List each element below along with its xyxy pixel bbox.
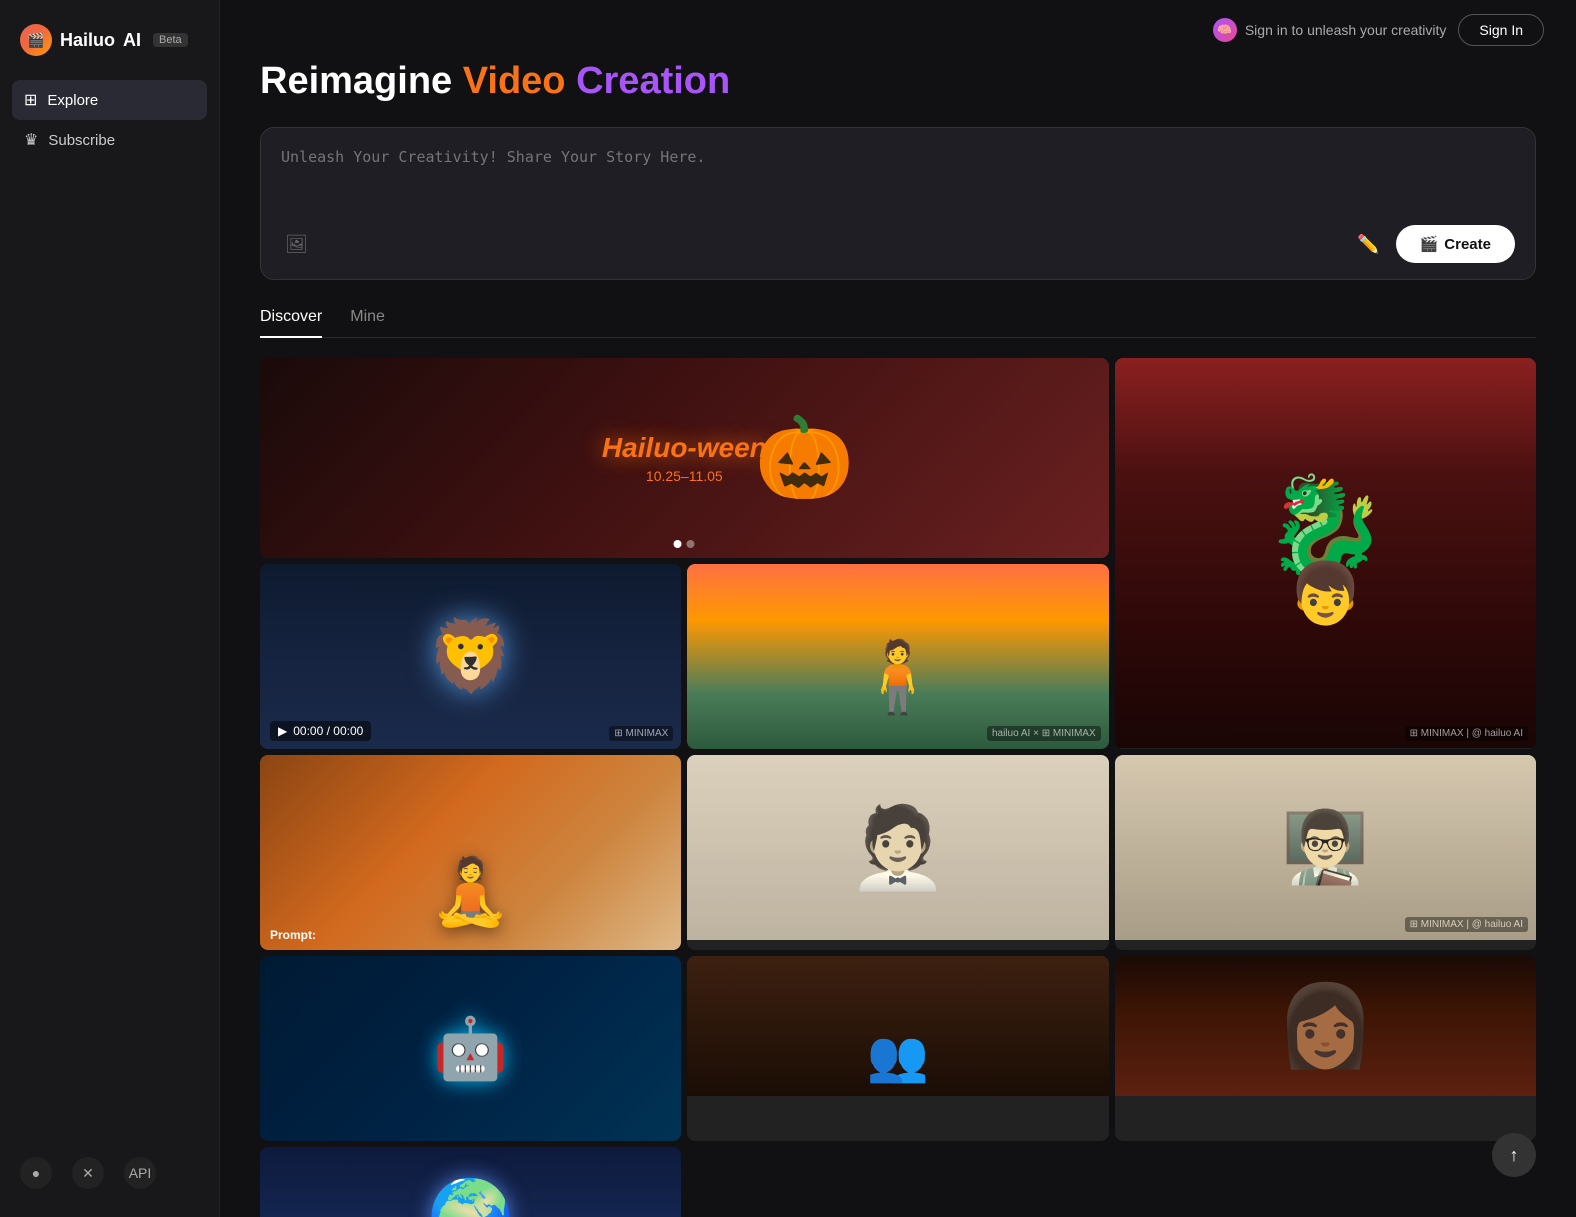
prompt-toolbar: 🖼 ✏️ 🎬 Create (281, 225, 1515, 263)
gallery-item-einstein[interactable]: 👨‍🏫 ⊞ MINIMAX | @ hailuo AI (1115, 755, 1536, 950)
gallery-item-fluffy-monster[interactable]: 🦁 ▶ 00:00 / 00:00 ⊞ MINIMAX (260, 564, 681, 749)
gallery-item-sunset[interactable]: 🧍 hailuo AI × ⊞ MINIMAX (687, 564, 1108, 749)
gallery-item-globe[interactable]: 🌍 (260, 1147, 681, 1217)
sidebar-item-explore-label: Explore (47, 92, 98, 109)
gallery-item-dark-scene[interactable]: 👥 (687, 956, 1108, 1141)
arrow-up-icon: ↑ (1510, 1145, 1519, 1166)
gallery-item-banner[interactable]: Hailuo-ween 10.25–11.05 🎃 (260, 358, 1109, 558)
image-upload-button[interactable]: 🖼 (281, 230, 312, 259)
banner-date: 10.25–11.05 (602, 468, 767, 484)
main-content: 🧠 Sign in to unleash your creativity Sig… (220, 0, 1576, 1217)
brain-icon: 🧠 (1213, 18, 1237, 42)
crown-icon: ♛ (24, 130, 38, 150)
twitter-x-icon: ✕ (82, 1165, 94, 1182)
watermark-minimax: ⊞ MINIMAX (609, 726, 673, 741)
banner-title: Hailuo-ween (602, 432, 767, 464)
sidebar-item-subscribe-label: Subscribe (48, 132, 115, 149)
watermark-hailuo: hailuo AI × ⊞ MINIMAX (987, 726, 1101, 741)
hero-title-video: Video (463, 60, 566, 102)
video-controls: ▶ 00:00 / 00:00 (270, 721, 371, 741)
prompt-icon-group: 🖼 (281, 230, 312, 259)
slide-indicators (674, 540, 695, 548)
hero-title-plain: Reimagine (260, 60, 452, 102)
einstein-icon: 👨‍🏫 (1282, 807, 1369, 889)
magic-edit-button[interactable]: ✏️ (1353, 230, 1383, 259)
globe-icon: 🌍 (427, 1176, 514, 1217)
prompt-box: 🖼 ✏️ 🎬 Create (260, 127, 1536, 280)
gallery-tabs: Discover Mine (260, 308, 1536, 338)
pumpkin-icon: 🎃 (754, 411, 854, 505)
woman-portrait-icon: 👩🏾 (1276, 979, 1376, 1073)
gallery-item-tech[interactable]: 🤖 (260, 956, 681, 1141)
tab-discover[interactable]: Discover (260, 308, 322, 338)
meditation-figure: 🧘 (430, 854, 511, 930)
gallery-item-vintage-man[interactable]: 🧑‍💼 (687, 755, 1108, 950)
signin-prompt-text: 🧠 Sign in to unleash your creativity (1213, 18, 1447, 42)
dot-1 (674, 540, 682, 548)
sidebar-item-explore[interactable]: ⊞ Explore (12, 80, 207, 120)
twitter-icon-btn[interactable]: ✕ (72, 1157, 104, 1189)
create-emoji: 🎬 (1420, 235, 1439, 253)
prompt-label: Prompt: (270, 928, 316, 942)
monster-icon: 🦁 (427, 616, 514, 698)
logo-icon: 🎬 (20, 24, 52, 56)
sidebar-bottom: ● ✕ API (0, 1145, 219, 1201)
grid-icon: ⊞ (24, 90, 37, 110)
magic-wand-icon: ✏️ (1357, 234, 1379, 254)
gallery-item-woman-close[interactable]: 👩🏾 (1115, 956, 1536, 1141)
create-label: Create (1444, 236, 1491, 253)
ai-label: AI (123, 30, 141, 51)
image-icon: 🖼 (285, 234, 308, 254)
scene-figure: 👥 (867, 1027, 929, 1086)
create-button[interactable]: 🎬 Create (1396, 225, 1515, 263)
app-logo: 🎬 Hailuo AI Beta (0, 16, 219, 80)
signin-prompt-label: Sign in to unleash your creativity (1245, 22, 1447, 38)
beta-badge: Beta (153, 33, 188, 47)
tech-figure-icon: 🤖 (433, 1013, 508, 1084)
sunset-figure: 🧍 (854, 637, 941, 719)
signin-button[interactable]: Sign In (1458, 14, 1544, 46)
content-area: Reimagine Video Creation 🖼 ✏️ � (220, 60, 1576, 1217)
prompt-input[interactable] (281, 148, 1515, 208)
dot-2 (687, 540, 695, 548)
sidebar-item-subscribe[interactable]: ♛ Subscribe (12, 120, 207, 160)
vintage-man-icon: 🧑‍💼 (848, 801, 948, 895)
api-icon-btn[interactable]: API (124, 1157, 156, 1189)
gallery-grid: Hailuo-ween 10.25–11.05 🎃 🐉 👦 (260, 358, 1536, 1217)
watermark-minimax-hailuo: ⊞ MINIMAX | @ hailuo AI (1405, 726, 1528, 741)
api-label: API (129, 1165, 152, 1181)
sidebar: 🎬 Hailuo AI Beta ⊞ Explore ♛ Subscribe ●… (0, 0, 220, 1217)
scroll-top-button[interactable]: ↑ (1492, 1133, 1536, 1177)
play-icon: ▶ (278, 724, 287, 738)
gallery-item-dragon-portrait[interactable]: 🐉 👦 ⊞ MINIMAX | @ hailuo AI (1115, 358, 1536, 749)
video-timestamp: 00:00 / 00:00 (293, 724, 363, 738)
discord-icon: ● (32, 1165, 40, 1181)
watermark-minimax-2: ⊞ MINIMAX | @ hailuo AI (1405, 917, 1528, 932)
gallery-item-meditation[interactable]: 🧘 Prompt: (260, 755, 681, 950)
tab-discover-label: Discover (260, 308, 322, 325)
sidebar-nav: ⊞ Explore ♛ Subscribe (0, 80, 219, 1145)
hero-title: Reimagine Video Creation (260, 60, 1536, 103)
topbar: 🧠 Sign in to unleash your creativity Sig… (220, 0, 1576, 60)
tab-mine[interactable]: Mine (350, 308, 385, 338)
app-name: Hailuo (60, 30, 115, 51)
discord-icon-btn[interactable]: ● (20, 1157, 52, 1189)
tab-mine-label: Mine (350, 308, 385, 325)
hero-title-creation: Creation (576, 60, 730, 102)
